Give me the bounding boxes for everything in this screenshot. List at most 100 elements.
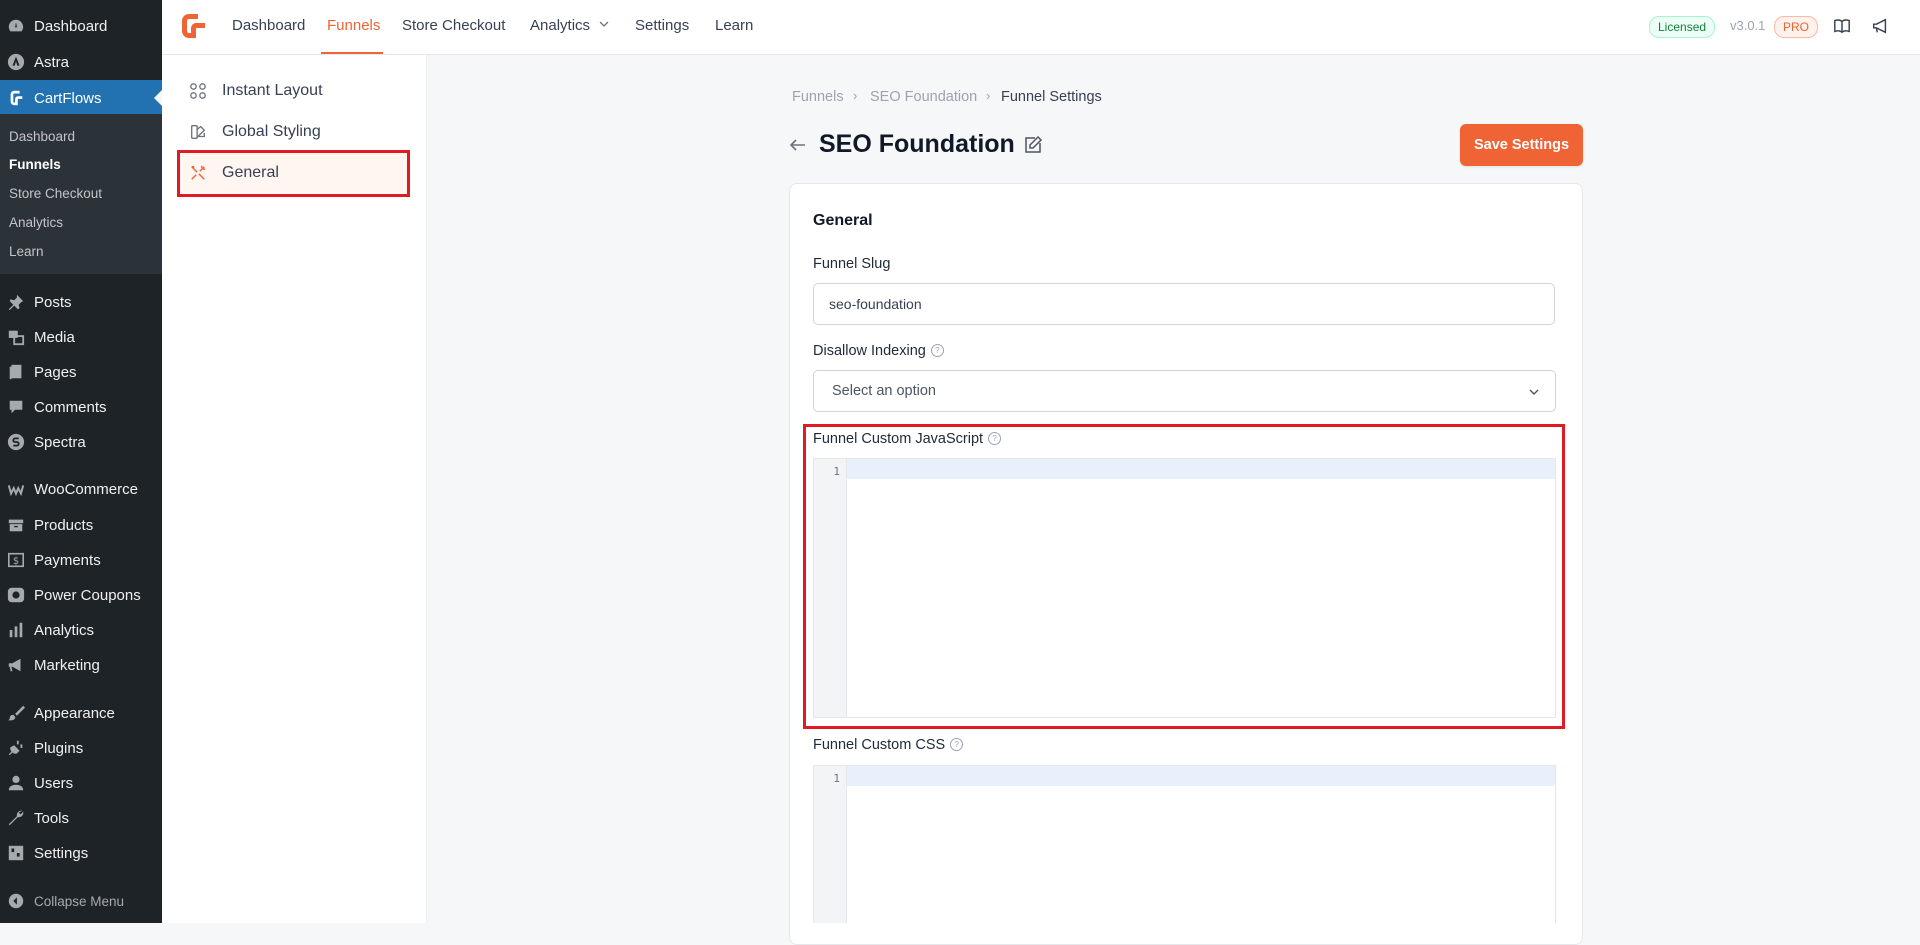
disallow-indexing-select[interactable]: Select an option: [813, 370, 1556, 412]
help-icon[interactable]: ?: [988, 432, 1002, 445]
pages-icon: [6, 362, 26, 382]
version-label: v3.0.1: [1730, 18, 1766, 33]
wp-menu-label: CartFlows: [34, 89, 102, 107]
line-number: 1: [833, 465, 840, 478]
wp-menu-label: Media: [34, 328, 75, 346]
active-tab-indicator: [321, 52, 383, 54]
plug-icon: [6, 738, 26, 758]
topnav-funnels[interactable]: Funnels: [327, 17, 380, 34]
dollar-icon: $: [6, 550, 26, 570]
save-settings-button[interactable]: Save Settings: [1460, 124, 1583, 166]
edit-icon[interactable]: [1022, 134, 1044, 156]
wp-menu-analytics[interactable]: Analytics: [0, 615, 162, 645]
wp-menu-power-coupons[interactable]: Power Coupons: [0, 580, 162, 610]
back-arrow-icon[interactable]: [788, 135, 808, 155]
help-icon[interactable]: ?: [930, 344, 944, 357]
wp-menu-posts[interactable]: Posts: [0, 287, 162, 317]
settings-menu-general[interactable]: General: [178, 153, 410, 193]
active-line: [847, 459, 1555, 479]
media-icon: [6, 327, 26, 347]
custom-js-text: Funnel Custom JavaScript: [813, 431, 984, 447]
custom-js-editor[interactable]: 1: [813, 458, 1556, 718]
wp-menu-label: Marketing: [34, 656, 100, 674]
comment-icon: [6, 397, 26, 417]
wp-menu-astra[interactable]: Astra: [0, 47, 162, 77]
wp-menu-label: Products: [34, 516, 94, 534]
cartflows-icon: [6, 88, 26, 108]
settings-icon: [6, 843, 26, 863]
custom-css-text: Funnel Custom CSS: [813, 737, 946, 753]
cartflows-logo-icon[interactable]: [179, 11, 209, 41]
tools-icon: [188, 163, 208, 183]
funnel-slug-input[interactable]: [813, 283, 1555, 325]
page-title: SEO Foundation: [819, 130, 1015, 158]
wp-admin-sidebar: Dashboard Astra CartFlows Dashboard Funn…: [0, 0, 162, 923]
funnel-slug-label: Funnel Slug: [813, 256, 891, 272]
wp-menu-pages[interactable]: Pages: [0, 357, 162, 387]
topnav-analytics-label: Analytics: [530, 17, 591, 34]
wp-menu-label: Settings: [34, 844, 89, 862]
cartflows-topbar: Dashboard Funnels Store Checkout Analyti…: [162, 0, 1920, 55]
wp-menu-products[interactable]: Products: [0, 510, 162, 540]
wp-menu-label: Payments: [34, 551, 101, 569]
wp-menu-label: Spectra: [34, 433, 86, 451]
wp-menu-spectra[interactable]: Spectra: [0, 427, 162, 457]
wp-menu-users[interactable]: Users: [0, 768, 162, 798]
wp-menu-label: Power Coupons: [34, 586, 141, 604]
spectra-icon: [6, 432, 26, 452]
wp-submenu-analytics[interactable]: Analytics: [9, 215, 63, 230]
wp-menu-media[interactable]: Media: [0, 322, 162, 352]
custom-css-editor[interactable]: 1: [813, 765, 1556, 923]
wp-menu-comments[interactable]: Comments: [0, 392, 162, 422]
wp-submenu-funnels[interactable]: Funnels: [9, 157, 61, 172]
breadcrumb-seo-foundation[interactable]: SEO Foundation: [870, 89, 977, 105]
collapse-icon: [6, 891, 26, 911]
wp-menu-label: Dashboard: [34, 17, 108, 35]
wp-submenu-learn[interactable]: Learn: [9, 244, 44, 259]
topnav-store-checkout[interactable]: Store Checkout: [402, 17, 505, 34]
funnel-settings-menu: Instant Layout Global Styling General: [162, 55, 427, 923]
wp-menu-marketing[interactable]: Marketing: [0, 650, 162, 680]
user-icon: [6, 773, 26, 793]
topnav-dashboard[interactable]: Dashboard: [232, 17, 305, 34]
wp-menu-label: Tools: [34, 809, 70, 827]
wp-menu-appearance[interactable]: Appearance: [0, 698, 162, 728]
pro-badge: PRO: [1774, 16, 1819, 38]
wp-menu-woocommerce[interactable]: WooCommerce: [0, 474, 162, 504]
settings-menu-global-styling[interactable]: Global Styling: [178, 112, 410, 152]
topnav-learn[interactable]: Learn: [715, 17, 753, 34]
settings-menu-instant-layout[interactable]: Instant Layout: [178, 71, 410, 111]
wrench-icon: [6, 808, 26, 828]
card-heading: General: [813, 212, 873, 229]
editor-gutter: 1: [814, 459, 847, 717]
woocommerce-icon: [6, 479, 26, 499]
wp-menu-plugins[interactable]: Plugins: [0, 733, 162, 763]
wp-menu-label: Pages: [34, 363, 77, 381]
wp-menu-cartflows[interactable]: CartFlows: [0, 80, 162, 116]
wp-menu-settings[interactable]: Settings: [0, 838, 162, 868]
breadcrumb-separator-icon: ›: [986, 88, 991, 103]
wp-menu-label: Appearance: [34, 704, 115, 722]
settings-menu-label: Instant Layout: [222, 82, 323, 99]
disallow-indexing-text: Disallow Indexing: [813, 343, 926, 359]
licensed-badge: Licensed: [1649, 16, 1716, 38]
svg-text:$: $: [13, 556, 19, 567]
wp-submenu-store-checkout[interactable]: Store Checkout: [9, 186, 102, 201]
wp-menu-label: Comments: [34, 398, 107, 416]
topnav-settings[interactable]: Settings: [635, 17, 689, 34]
line-number: 1: [833, 772, 840, 785]
chevron-down-icon: [1529, 389, 1539, 395]
breadcrumb-funnels[interactable]: Funnels: [792, 89, 844, 105]
wp-menu-payments[interactable]: $ Payments: [0, 545, 162, 575]
wp-menu-label: Users: [34, 774, 74, 792]
book-icon[interactable]: [1831, 15, 1853, 37]
wp-menu-tools[interactable]: Tools: [0, 803, 162, 833]
collapse-menu-button[interactable]: Collapse Menu: [0, 886, 162, 916]
custom-js-label: Funnel Custom JavaScript?: [813, 431, 1002, 447]
help-icon[interactable]: ?: [950, 738, 964, 751]
topnav-analytics[interactable]: Analytics: [530, 17, 610, 34]
wp-submenu-dashboard[interactable]: Dashboard: [9, 129, 75, 144]
wp-menu-label: Analytics: [34, 621, 95, 639]
wp-menu-dashboard[interactable]: Dashboard: [0, 11, 162, 41]
megaphone-icon[interactable]: [1869, 15, 1891, 37]
